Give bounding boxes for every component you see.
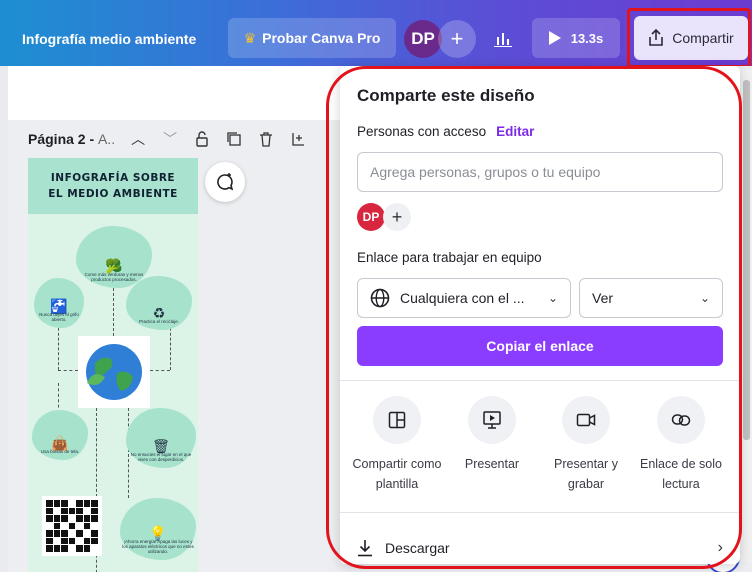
- scrollbar-thumb[interactable]: [743, 80, 750, 440]
- add-collaborator-button[interactable]: +: [438, 20, 476, 58]
- download-label: Descargar: [385, 540, 450, 556]
- bag-icon: 👜: [51, 435, 69, 451]
- lock-icon[interactable]: [193, 130, 211, 148]
- share-panel-title: Comparte este diseño: [357, 86, 535, 105]
- team-link-label: Enlace para trabajar en equipo: [357, 250, 542, 265]
- present-action[interactable]: Presentar: [446, 396, 538, 474]
- read-only-link-action[interactable]: Enlace de solo lectura: [635, 396, 727, 494]
- tip-vegetables: 🥦 Come más verduras y menos productos pr…: [76, 226, 152, 288]
- tip-energy: 💡 ¡Ahorra energía! Apaga las luces y los…: [120, 498, 196, 560]
- add-person-button[interactable]: +: [383, 203, 411, 231]
- add-people-input[interactable]: Agrega personas, grupos o tu equipo: [357, 152, 723, 192]
- share-as-template-action[interactable]: Compartir como plantilla: [351, 396, 443, 494]
- infographic-title-line2: EL MEDIO AMBIENTE: [48, 188, 178, 200]
- access-label: Personas con acceso: [357, 124, 487, 139]
- access-row: Personas con acceso Editar: [357, 124, 534, 139]
- page-title[interactable]: Página 2 - A..: [28, 131, 115, 147]
- crown-icon: ♛: [243, 29, 257, 46]
- add-comment-button[interactable]: [205, 162, 245, 202]
- record-icon: [562, 396, 610, 444]
- lightbulb-icon: 💡: [149, 525, 167, 541]
- chevron-right-icon: ›: [717, 539, 723, 556]
- bins-icon: 🗑: [152, 438, 170, 454]
- page-toolbar: Página 2 - A.. ︿ ﹀: [28, 130, 307, 148]
- copy-link-button[interactable]: Copiar el enlace: [357, 326, 723, 366]
- comment-add-icon: [217, 173, 234, 191]
- chevron-down-icon[interactable]: ﹀: [161, 130, 179, 148]
- infographic-title-line1: INFOGRAFÍA SOBRE: [50, 172, 176, 184]
- template-icon: [373, 396, 421, 444]
- add-page-icon[interactable]: [289, 130, 307, 148]
- download-icon: [358, 540, 372, 557]
- share-panel: Comparte este diseño Personas con acceso…: [340, 66, 740, 564]
- page-number: Página 2 -: [28, 131, 99, 147]
- tip-recycle: ♻ Practica el reciclaje.: [126, 276, 192, 330]
- connector-line: [113, 288, 114, 336]
- page-name: A..: [98, 131, 116, 147]
- play-icon: [548, 31, 561, 45]
- tip-trash-text: No ensucies el lugar en el que vives con…: [130, 452, 192, 462]
- vegetables-icon: 🥦: [105, 258, 123, 274]
- divider: [340, 380, 740, 381]
- collaborator-avatar[interactable]: DP: [357, 203, 385, 231]
- tip-energy-text: ¡Ahorra energía! Apaga las luces y los a…: [122, 539, 194, 554]
- edit-access-link[interactable]: Editar: [496, 124, 534, 139]
- divider: [340, 512, 740, 513]
- tip-trash: 🗑 No ensucies el lugar en el que vives c…: [126, 408, 196, 468]
- download-row[interactable]: Descargar ›: [357, 536, 723, 560]
- share-as-template-label: Compartir como plantilla: [352, 457, 442, 491]
- present-label: Presentar: [464, 457, 520, 471]
- globe-icon: [370, 288, 390, 308]
- share-button-highlight: [627, 8, 751, 68]
- permission-value: Ver: [592, 290, 614, 306]
- present-icon: [468, 396, 516, 444]
- connector-line: [58, 383, 59, 413]
- earth-image: [78, 336, 150, 408]
- chevron-down-icon: ⌄: [699, 291, 710, 305]
- insights-button[interactable]: [484, 20, 522, 58]
- bar-chart-icon: [494, 33, 512, 47]
- add-people-placeholder: Agrega personas, grupos o tu equipo: [370, 164, 601, 180]
- tip-bags-text: Usa bolsas de tela.: [40, 449, 80, 454]
- link-scope-value: Cualquiera con el ...: [400, 290, 525, 306]
- duplicate-page-icon[interactable]: [225, 130, 243, 148]
- infographic-header: INFOGRAFÍA SOBRE EL MEDIO AMBIENTE: [28, 158, 198, 214]
- present-and-record-action[interactable]: Presentar y grabar: [540, 396, 632, 494]
- read-only-link-label: Enlace de solo lectura: [639, 457, 722, 491]
- tip-water-text: Nunca dejes el grifo abierto.: [39, 312, 79, 322]
- chevron-up-icon[interactable]: ︿: [129, 130, 147, 148]
- present-play-button[interactable]: 13.3s: [532, 18, 620, 58]
- connector-line: [58, 370, 78, 371]
- tip-bags: 👜 Usa bolsas de tela.: [32, 410, 88, 460]
- user-avatar[interactable]: DP: [404, 20, 442, 58]
- trash-icon[interactable]: [257, 130, 275, 148]
- permission-select[interactable]: Ver ⌄: [579, 278, 723, 318]
- present-and-record-label: Presentar y grabar: [554, 457, 618, 491]
- try-pro-button[interactable]: ♛ Probar Canva Pro: [228, 18, 396, 58]
- qr-code: [42, 496, 102, 556]
- share-actions: Compartir como plantilla Presentar Prese…: [340, 396, 740, 496]
- link-scope-select[interactable]: Cualquiera con el ... ⌄: [357, 278, 571, 318]
- tip-recycle-text: Practica el reciclaje.: [138, 319, 179, 324]
- toolbar-strip: [8, 66, 348, 120]
- chevron-down-icon: ⌄: [547, 291, 558, 305]
- faucet-icon: 🚰: [50, 298, 68, 314]
- tip-water: 🚰 Nunca dejes el grifo abierto.: [34, 278, 84, 328]
- try-pro-label: Probar Canva Pro: [262, 30, 381, 46]
- connector-line: [150, 370, 170, 371]
- link-icon: [657, 396, 705, 444]
- document-title[interactable]: Infografía medio ambiente: [22, 31, 196, 47]
- infographic-page[interactable]: INFOGRAFÍA SOBRE EL MEDIO AMBIENTE 🥦 Com…: [28, 158, 198, 572]
- recycle-icon: ♻: [152, 305, 166, 321]
- timer-label: 13.3s: [570, 30, 604, 46]
